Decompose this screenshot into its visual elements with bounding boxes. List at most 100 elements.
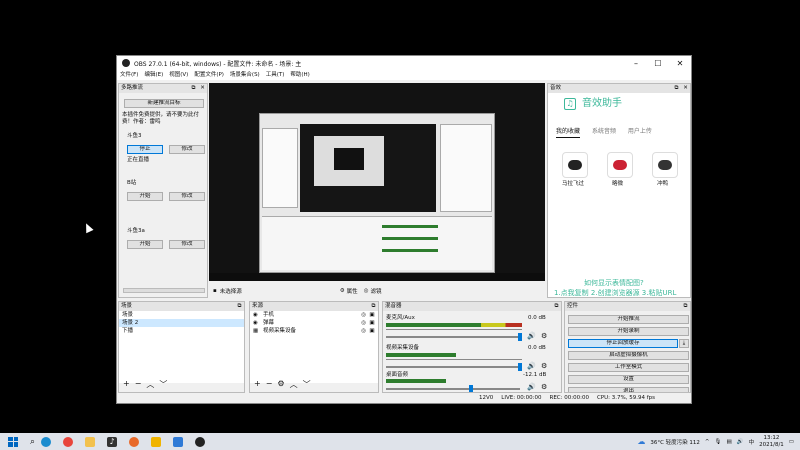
- gear-icon[interactable]: ⚙: [541, 363, 547, 370]
- add-icon[interactable]: +: [254, 379, 261, 390]
- folder-icon[interactable]: [85, 436, 96, 447]
- target-status: 正在直播: [127, 157, 150, 163]
- sound-assistant-dock: 音效 ⧉ ✕ ♫ 音效助手 我的收藏 系统音频 用户上传 马拉飞过 略微 冲鸭 …: [547, 83, 691, 298]
- target-stop-button[interactable]: 停止: [127, 145, 163, 154]
- chrome-icon[interactable]: [63, 436, 74, 447]
- camera-icon: ▦: [253, 328, 259, 334]
- menu-edit[interactable]: 编辑(E): [141, 70, 166, 80]
- volume-icon[interactable]: 🔊: [737, 439, 744, 445]
- tab-user-upload[interactable]: 用户上传: [628, 126, 652, 137]
- float-icon[interactable]: ⧉: [672, 84, 681, 93]
- float-icon[interactable]: ⧉: [681, 302, 690, 311]
- lock-icon[interactable]: ▣: [366, 327, 378, 335]
- dock-close-icon[interactable]: ✕: [198, 84, 207, 93]
- move-up-icon[interactable]: ︿: [290, 379, 298, 390]
- gear-icon[interactable]: ⚙: [541, 333, 547, 340]
- start-streaming-button[interactable]: 开始推流: [568, 315, 689, 324]
- network-icon[interactable]: ▤: [727, 439, 732, 445]
- language-indicator[interactable]: 中: [749, 438, 755, 446]
- menu-help[interactable]: 帮助(H): [287, 70, 312, 80]
- search-icon[interactable]: ⌕: [30, 437, 35, 447]
- mic-icon[interactable]: 🎙: [715, 439, 722, 445]
- speaker-icon[interactable]: 🔊: [527, 363, 536, 370]
- move-down-icon[interactable]: ﹀: [159, 379, 167, 390]
- music-app-icon[interactable]: ♪: [107, 436, 118, 447]
- speaker-icon[interactable]: 🔊: [527, 333, 536, 340]
- volume-slider[interactable]: [386, 336, 520, 338]
- move-down-icon[interactable]: ﹀: [303, 379, 311, 390]
- tab-favorites[interactable]: 我的收藏: [556, 126, 581, 138]
- source-name: 弹幕: [263, 320, 275, 326]
- files-icon[interactable]: [151, 436, 162, 447]
- menu-view[interactable]: 视图(V): [166, 70, 191, 80]
- start-virtual-camera-button[interactable]: 启动虚拟摄像机: [568, 351, 689, 360]
- float-icon[interactable]: ⧉: [369, 302, 378, 311]
- gear-icon[interactable]: ⚙: [277, 379, 284, 390]
- source-item[interactable]: ◉ 弹幕 ◎ ▣: [250, 319, 378, 327]
- lock-icon[interactable]: ▣: [366, 311, 378, 319]
- target-start-button[interactable]: 开始: [127, 192, 163, 201]
- minimize-button[interactable]: –: [625, 59, 647, 68]
- target-edit-button[interactable]: 修改: [169, 192, 205, 201]
- volume-slider[interactable]: [386, 388, 520, 390]
- float-icon[interactable]: ⧉: [189, 84, 198, 93]
- target-start-button[interactable]: 开始: [127, 240, 163, 249]
- preview-canvas[interactable]: [209, 83, 545, 281]
- filters-button[interactable]: 滤镜: [371, 287, 382, 295]
- stop-replay-buffer-button[interactable]: 停止回放缓存: [568, 339, 678, 348]
- move-up-icon[interactable]: ︿: [146, 379, 154, 390]
- nested-bottom-docks: [262, 216, 492, 270]
- settings-button[interactable]: 设置: [568, 375, 689, 384]
- horizontal-scrollbar[interactable]: [123, 288, 205, 293]
- speaker-icon[interactable]: 🔊: [527, 384, 536, 391]
- source-item[interactable]: ▦ 视频采集设备 ◎ ▣: [250, 327, 378, 335]
- properties-button[interactable]: 属性: [347, 287, 358, 295]
- menu-file[interactable]: 文件(F): [117, 70, 141, 80]
- add-icon[interactable]: +: [123, 379, 130, 390]
- remove-icon[interactable]: −: [135, 379, 142, 390]
- obs-taskbar-icon[interactable]: [195, 436, 206, 447]
- menu-tools[interactable]: 工具(T): [263, 70, 288, 80]
- gear-icon[interactable]: ⚙: [541, 384, 547, 391]
- edge-icon[interactable]: [41, 436, 52, 447]
- menu-scene-collection[interactable]: 场景集合(S): [227, 70, 263, 80]
- controls-dock: 控件 ⧉ 开始推流 开始录制 停止回放缓存 ⤓ 启动虚拟摄像机 工作室模式 设置 …: [564, 301, 691, 393]
- sound-item-thumb[interactable]: [562, 152, 588, 178]
- scene-item[interactable]: 下播: [119, 327, 244, 335]
- tab-system-audio[interactable]: 系统音频: [592, 126, 616, 137]
- float-icon[interactable]: ⧉: [235, 302, 244, 311]
- target-edit-button[interactable]: 修改: [169, 145, 205, 154]
- remove-icon[interactable]: −: [266, 379, 273, 390]
- firefox-icon[interactable]: [129, 436, 140, 447]
- sources-dock: 来源 ⧉ ◉ 手机 ◎ ▣ ◉ 弹幕 ◎ ▣ ▦ 视频采集设备 ◎ ▣ + − ⚙ ︿ ﹀: [249, 301, 379, 393]
- studio-mode-button[interactable]: 工作室模式: [568, 363, 689, 372]
- chevron-up-icon[interactable]: ^: [705, 439, 710, 445]
- scene-item[interactable]: 场景: [119, 311, 244, 319]
- volume-knob[interactable]: [518, 333, 522, 341]
- lock-icon[interactable]: ▣: [366, 319, 378, 327]
- sound-item-thumb[interactable]: [607, 152, 633, 178]
- close-button[interactable]: ✕: [669, 59, 691, 68]
- maximize-button[interactable]: ☐: [647, 59, 669, 68]
- save-replay-icon[interactable]: ⤓: [679, 339, 689, 348]
- float-icon[interactable]: ⧉: [552, 302, 561, 311]
- start-recording-button[interactable]: 开始录制: [568, 327, 689, 336]
- clock[interactable]: 13:12 2021/8/1: [759, 435, 784, 449]
- title-bar[interactable]: OBS 27.0.1 (64-bit, windows) - 配置文件: 未命名…: [117, 56, 691, 70]
- hint-steps[interactable]: 1.点我复制 2.创建浏览器源 3.粘贴URL: [554, 288, 676, 297]
- source-item[interactable]: ◉ 手机 ◎ ▣: [250, 311, 378, 319]
- notification-icon[interactable]: ▭: [789, 439, 794, 445]
- scene-item[interactable]: 场景 2: [119, 319, 244, 327]
- volume-knob[interactable]: [469, 385, 473, 392]
- menu-profile[interactable]: 配置文件(P): [191, 70, 227, 80]
- new-target-button[interactable]: 新建推流目标: [124, 99, 204, 108]
- start-quad: [8, 442, 13, 447]
- sound-item-thumb[interactable]: [652, 152, 678, 178]
- dock-close-icon[interactable]: ✕: [681, 84, 690, 93]
- target-edit-button[interactable]: 修改: [169, 240, 205, 249]
- windows-start-icon[interactable]: [8, 436, 18, 447]
- volume-knob[interactable]: [518, 363, 522, 371]
- weather-text[interactable]: 36°C 轻度污染 112: [650, 438, 700, 446]
- app-icon[interactable]: [173, 436, 184, 447]
- volume-slider[interactable]: [386, 366, 520, 368]
